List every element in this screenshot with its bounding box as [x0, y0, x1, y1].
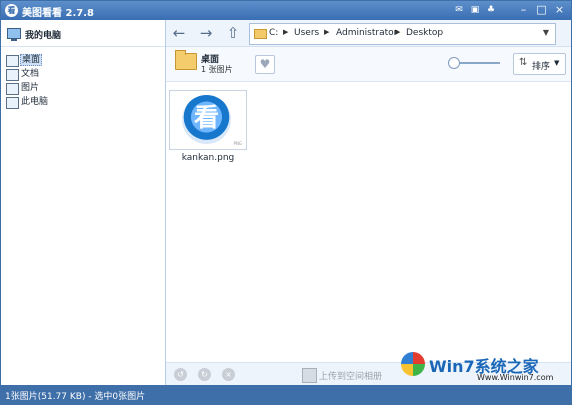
back-arrow-icon[interactable]: ← [170, 24, 188, 42]
up-arrow-icon[interactable]: ⇧ [224, 24, 242, 42]
title-bar: 看 美图看看 2.7.8 ✉ ▣ ♣ – □ × [1, 1, 571, 20]
folder-icon [254, 29, 267, 39]
title-toolbar: ✉ ▣ ♣ [453, 4, 501, 18]
thumbnail-glyph: 看 [193, 103, 219, 132]
path-bar[interactable]: C: ▶ Users ▶ Administrator ▶ Desktop ▼ [249, 23, 556, 45]
sidebar-item-label: 此电脑 [21, 97, 49, 107]
chevron-right-icon: ▶ [395, 28, 401, 36]
computer-icon [6, 97, 19, 109]
main-panel: ← → ⇧ C: ▶ Users ▶ Administrator ▶ Deskt… [166, 20, 571, 386]
png-tag: PNG [233, 141, 242, 146]
status-bar: 1张图片(51.77 KB) - 选中0张图片 [1, 385, 571, 404]
watermark: Win7系统之家 Www.Winwin7.com [401, 350, 571, 384]
windows-logo-icon [401, 352, 425, 376]
chevron-down-icon: ▼ [554, 59, 560, 67]
navigation-toolbar: ← → ⇧ C: ▶ Users ▶ Administrator ▶ Deskt… [166, 20, 571, 47]
app-logo-icon: 看 [5, 4, 18, 17]
favorite-button[interactable]: ♥ [255, 55, 275, 74]
watermark-url: Www.Winwin7.com [477, 373, 554, 382]
message-icon[interactable]: ✉ [453, 4, 465, 16]
sort-label: 排序 [532, 62, 551, 72]
folder-icon [175, 50, 197, 70]
sidebar-title: 我的电脑 [25, 31, 62, 41]
folder-toolbar: 桌面 1 张图片 ♥ ⇅ 排序 ▼ [166, 47, 571, 82]
chevron-down-icon[interactable]: ▼ [543, 28, 549, 37]
upload-label[interactable]: 上传到空间相册 [319, 369, 382, 382]
tshirt-icon[interactable]: ♣ [485, 4, 497, 16]
maximize-button[interactable]: □ [535, 4, 548, 16]
image-count: 1 张图片 [201, 65, 233, 74]
sort-icon: ⇅ [519, 57, 528, 68]
forward-arrow-icon[interactable]: → [197, 24, 215, 42]
path-segment[interactable]: C: [269, 28, 278, 38]
skin-icon[interactable]: ▣ [469, 4, 481, 16]
status-text: 1张图片(51.77 KB) - 选中0张图片 [5, 392, 146, 402]
heart-icon: ♥ [259, 57, 271, 71]
kankan-icon: 看 [182, 95, 231, 144]
sidebar: 我的电脑 桌面 文档 图片 此电脑 [1, 20, 166, 385]
upload-icon[interactable] [302, 368, 317, 383]
sidebar-item-desktop[interactable]: 桌面 [6, 54, 156, 67]
chevron-right-icon: ▶ [324, 28, 330, 36]
close-button[interactable]: × [553, 4, 566, 16]
rotate-left-icon[interactable]: ↺ [174, 368, 187, 381]
minimize-button[interactable]: – [517, 4, 530, 16]
sidebar-item-label: 文档 [21, 69, 40, 79]
chevron-right-icon: ▶ [283, 28, 289, 36]
desktop-icon [6, 55, 19, 67]
app-title: 美图看看 2.7.8 [22, 8, 94, 19]
sidebar-item-documents[interactable]: 文档 [6, 68, 156, 81]
picture-icon [6, 83, 19, 95]
delete-icon[interactable]: × [222, 368, 235, 381]
sidebar-item-label: 桌面 [20, 54, 43, 66]
rotate-right-icon[interactable]: ↻ [198, 368, 211, 381]
app-window: 看 美图看看 2.7.8 ✉ ▣ ♣ – □ × 我的电脑 桌面 文档 图片 此… [0, 0, 572, 405]
computer-icon [7, 28, 21, 41]
file-name[interactable]: kankan.png [172, 153, 244, 163]
sidebar-header: 我的电脑 [1, 20, 165, 47]
path-segment[interactable]: Desktop [406, 28, 443, 38]
thumbnail-grid: 看 PNG kankan.png [166, 82, 571, 362]
sidebar-item-pictures[interactable]: 图片 [6, 82, 156, 95]
path-segment[interactable]: Users [294, 28, 319, 38]
sort-button[interactable]: ⇅ 排序 ▼ [513, 53, 566, 75]
path-segment[interactable]: Administrator [336, 28, 397, 38]
zoom-slider-handle[interactable] [448, 57, 460, 69]
sidebar-item-this-pc[interactable]: 此电脑 [6, 96, 156, 109]
sidebar-item-label: 图片 [21, 83, 40, 93]
document-icon [6, 69, 19, 81]
file-thumbnail[interactable]: 看 PNG [169, 90, 247, 150]
